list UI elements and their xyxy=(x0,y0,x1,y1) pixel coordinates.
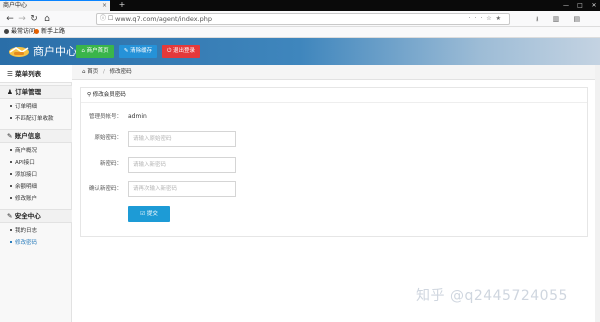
tab-close-icon[interactable]: × xyxy=(102,1,107,11)
handshake-logo-icon xyxy=(9,47,29,57)
confirm-password-label: 确认新密码： xyxy=(88,186,122,192)
site-info-icon[interactable]: ⓘ ☐ xyxy=(100,14,113,24)
old-password-label: 原始密码： xyxy=(94,135,122,141)
app-header: 商户中心 ⌂ 商户首页 ✎ 清除缓存 ⏻ 退出登录 xyxy=(0,38,600,65)
breadcrumb: ⌂ 首页 / 修改密码 xyxy=(72,65,600,80)
maximize-icon[interactable]: □ xyxy=(574,0,586,11)
url-text: www.q7.com/agent/index.php xyxy=(115,15,213,23)
logout-button[interactable]: ⏻ 退出登录 xyxy=(162,45,200,58)
watermark: 知乎 @q2445724055 xyxy=(416,288,568,304)
pencil-icon: ✎ xyxy=(7,212,13,220)
new-password-input[interactable] xyxy=(128,157,236,173)
bookmark-most-visited[interactable]: 最常访问 xyxy=(4,27,35,37)
sidebar-item-overview[interactable]: 商户概况 xyxy=(0,146,72,157)
page-actions-icon[interactable]: ···☆★ xyxy=(469,14,505,24)
address-bar[interactable]: ⓘ ☐ www.q7.com/agent/index.php ···☆★ xyxy=(96,13,510,25)
merchant-home-button[interactable]: ⌂ 商户首页 xyxy=(76,45,114,58)
sidebar-item-change-password[interactable]: 修改密码 xyxy=(0,238,72,249)
forward-icon[interactable]: → xyxy=(16,12,28,26)
breadcrumb-current: 修改密码 xyxy=(109,69,132,75)
old-password-input[interactable] xyxy=(128,131,236,147)
breadcrumb-home[interactable]: 首页 xyxy=(87,69,98,75)
confirm-password-input[interactable] xyxy=(128,181,236,197)
sidebar-item-my-log[interactable]: 我的日志 xyxy=(0,226,72,237)
browser-tab-bar: 商户中心 × + — □ ✕ xyxy=(0,0,600,11)
home-icon: ⌂ xyxy=(82,69,86,75)
home-icon[interactable]: ⌂ xyxy=(41,12,53,26)
sidebar-item-add-interface[interactable]: 添加接口 xyxy=(0,170,72,181)
search-icon: ⚲ xyxy=(87,92,92,98)
bookmark-getting-started[interactable]: 新手上路 xyxy=(34,27,65,37)
list-icon: ☰ xyxy=(7,70,13,78)
sidebar-item-edit-account[interactable]: 修改账户 xyxy=(0,194,72,205)
firefox-icon xyxy=(34,29,39,34)
minimize-icon[interactable]: — xyxy=(560,0,572,11)
sidebar-section-security[interactable]: ✎ 安全中心 xyxy=(0,209,72,223)
tab-title: 商户中心 xyxy=(3,2,28,9)
page-scrollbar[interactable] xyxy=(595,65,600,322)
account-value: admin xyxy=(128,113,147,120)
browser-nav-bar: ← → ↻ ⌂ ⓘ ☐ www.q7.com/agent/index.php ·… xyxy=(0,11,600,37)
gear-icon xyxy=(4,29,9,34)
new-password-label: 新密码： xyxy=(99,161,122,167)
check-icon: ☑ xyxy=(140,211,146,217)
bookmarks-bar: 最常访问 新手上路 xyxy=(0,27,600,38)
submit-button[interactable]: ☑ 提交 xyxy=(128,206,170,222)
reload-icon[interactable]: ↻ xyxy=(28,12,40,26)
app-title: 商户中心 xyxy=(33,45,77,58)
edit-icon: ✎ xyxy=(7,132,13,140)
sidebar-menu-title: ☰ 菜单列表 xyxy=(0,65,72,83)
clear-cache-button[interactable]: ✎ 清除缓存 xyxy=(119,45,157,58)
account-label: 管理员帐号： xyxy=(88,114,122,120)
back-icon[interactable]: ← xyxy=(4,12,16,26)
browser-tab[interactable]: 商户中心 × xyxy=(0,0,110,11)
sidebar-section-orders[interactable]: ♟ 订单管理 xyxy=(0,85,72,99)
card-heading: ⚲ 修改会员密码 xyxy=(81,88,587,103)
close-window-icon[interactable]: ✕ xyxy=(588,0,600,11)
user-icon: ♟ xyxy=(7,88,13,96)
new-tab-button[interactable]: + xyxy=(117,0,127,11)
